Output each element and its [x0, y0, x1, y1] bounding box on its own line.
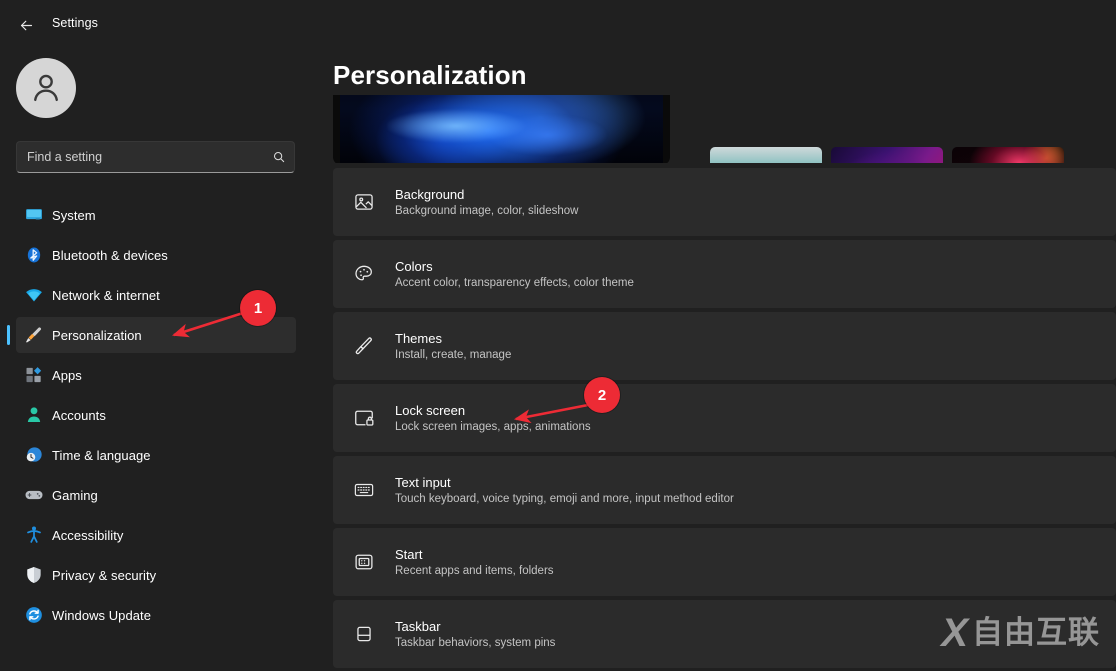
setting-title: Taskbar [395, 619, 555, 634]
setting-row-taskbar[interactable]: Taskbar Taskbar behaviors, system pins [333, 600, 1116, 668]
search-icon [272, 150, 286, 164]
sidebar-item-label: Bluetooth & devices [52, 248, 168, 263]
user-avatar-icon [27, 69, 65, 107]
settings-window: Settings [0, 0, 1116, 671]
theme-thumbnail-flower[interactable] [952, 147, 1064, 163]
clock-globe-icon [16, 441, 52, 469]
setting-subtitle: Lock screen images, apps, animations [395, 421, 591, 433]
setting-title: Themes [395, 331, 511, 346]
sidebar-item-label: System [52, 208, 96, 223]
selection-indicator [7, 325, 10, 345]
accessibility-icon [16, 521, 52, 549]
current-theme-preview[interactable] [333, 95, 670, 163]
setting-subtitle: Install, create, manage [395, 349, 511, 361]
setting-subtitle: Touch keyboard, voice typing, emoji and … [395, 493, 734, 505]
setting-title: Background [395, 187, 578, 202]
setting-title: Text input [395, 475, 734, 490]
sidebar-item-label: Accessibility [52, 528, 123, 543]
theme-thumbnail-list [710, 147, 1064, 163]
shield-icon [16, 561, 52, 589]
sidebar-item-label: Personalization [52, 328, 142, 343]
setting-title: Colors [395, 259, 634, 274]
update-icon [16, 601, 52, 629]
wifi-icon [16, 281, 52, 309]
gamepad-icon [16, 481, 52, 509]
search-box[interactable] [16, 141, 295, 173]
sidebar-item-gaming[interactable]: Gaming [16, 477, 296, 513]
setting-subtitle: Taskbar behaviors, system pins [395, 637, 555, 649]
taskbar-icon [333, 614, 395, 654]
back-button[interactable] [10, 10, 42, 40]
start-menu-icon [333, 542, 395, 582]
sidebar-item-label: Network & internet [52, 288, 160, 303]
page-title: Personalization [333, 60, 527, 91]
setting-row-text-input[interactable]: Text input Touch keyboard, voice typing,… [333, 456, 1116, 524]
person-icon [16, 401, 52, 429]
keyboard-icon [333, 470, 395, 510]
back-arrow-icon [18, 17, 35, 34]
sidebar-item-system[interactable]: System [16, 197, 296, 233]
sidebar-item-label: Privacy & security [52, 568, 156, 583]
settings-list: Background Background image, color, slid… [333, 168, 1116, 671]
setting-text: Lock screen Lock screen images, apps, an… [395, 403, 591, 433]
setting-subtitle: Accent color, transparency effects, colo… [395, 277, 634, 289]
paintbrush-icon [16, 321, 52, 349]
sidebar-item-time-language[interactable]: Time & language [16, 437, 296, 473]
palette-icon [333, 254, 395, 294]
bluetooth-icon [16, 241, 52, 269]
setting-title: Start [395, 547, 554, 562]
sidebar-item-accounts[interactable]: Accounts [16, 397, 296, 433]
sidebar: System Bluetooth & devices Network & int… [0, 48, 312, 671]
theme-thumbnail-beach[interactable] [710, 147, 822, 163]
search-icon-wrap[interactable] [264, 150, 294, 164]
preview-strip [312, 95, 1116, 163]
setting-subtitle: Background image, color, slideshow [395, 205, 578, 217]
sidebar-item-label: Gaming [52, 488, 98, 503]
sidebar-item-windows-update[interactable]: Windows Update [16, 597, 296, 633]
annotation-badge-1: 1 [240, 290, 276, 326]
setting-subtitle: Recent apps and items, folders [395, 565, 554, 577]
setting-text: Themes Install, create, manage [395, 331, 511, 361]
main-content: Personalization [312, 48, 1116, 671]
picture-icon [333, 182, 395, 222]
sidebar-item-privacy-security[interactable]: Privacy & security [16, 557, 296, 593]
sidebar-item-apps[interactable]: Apps [16, 357, 296, 393]
setting-text: Text input Touch keyboard, voice typing,… [395, 475, 734, 505]
setting-text: Colors Accent color, transparency effect… [395, 259, 634, 289]
setting-text: Start Recent apps and items, folders [395, 547, 554, 577]
setting-title: Lock screen [395, 403, 591, 418]
setting-row-background[interactable]: Background Background image, color, slid… [333, 168, 1116, 236]
sidebar-item-label: Windows Update [52, 608, 151, 623]
setting-row-colors[interactable]: Colors Accent color, transparency effect… [333, 240, 1116, 308]
paintbrush-icon [333, 326, 395, 366]
apps-icon [16, 361, 52, 389]
title-bar: Settings [0, 0, 1116, 48]
setting-row-start[interactable]: Start Recent apps and items, folders [333, 528, 1116, 596]
setting-text: Taskbar Taskbar behaviors, system pins [395, 619, 555, 649]
avatar[interactable] [16, 58, 76, 118]
sidebar-item-bluetooth-devices[interactable]: Bluetooth & devices [16, 237, 296, 273]
sidebar-item-accessibility[interactable]: Accessibility [16, 517, 296, 553]
sidebar-item-label: Time & language [52, 448, 151, 463]
setting-row-themes[interactable]: Themes Install, create, manage [333, 312, 1116, 380]
sidebar-nav: System Bluetooth & devices Network & int… [0, 195, 312, 637]
search-input[interactable] [17, 150, 264, 164]
preview-wallpaper [340, 95, 663, 163]
sidebar-item-label: Accounts [52, 408, 106, 423]
setting-row-lock-screen[interactable]: Lock screen Lock screen images, apps, an… [333, 384, 1116, 452]
setting-text: Background Background image, color, slid… [395, 187, 578, 217]
lock-screen-icon [333, 398, 395, 438]
theme-thumbnail-purple[interactable] [831, 147, 943, 163]
sidebar-item-label: Apps [52, 368, 82, 383]
annotation-badge-2: 2 [584, 377, 620, 413]
monitor-icon [16, 201, 52, 229]
app-title: Settings [52, 16, 98, 30]
